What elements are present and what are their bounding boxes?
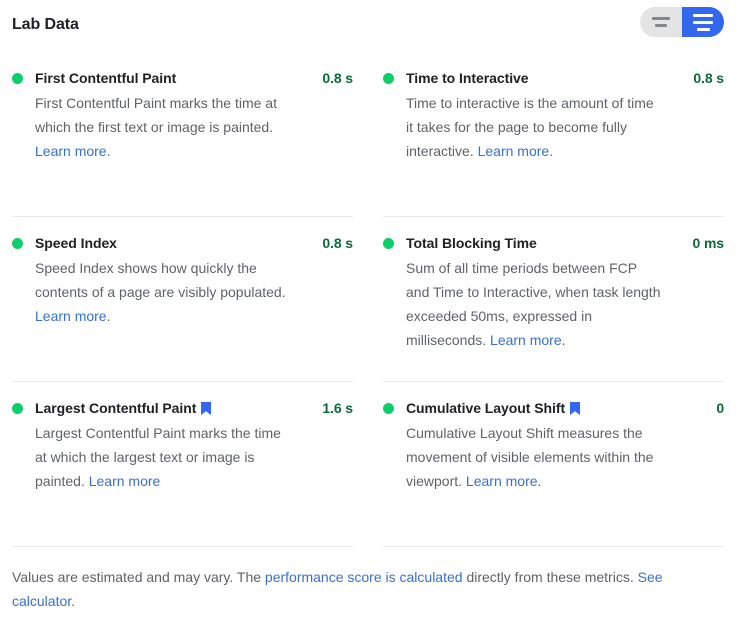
lab-metrics-grid: First Contentful Paint First Contentful P… xyxy=(0,52,742,547)
expanded-view-icon-line-3 xyxy=(696,27,710,31)
learn-more-link[interactable]: Learn more xyxy=(490,332,562,348)
metric-row: Time to Interactive Time to interactive i… xyxy=(383,52,724,217)
compact-view-icon-line-1 xyxy=(652,17,670,20)
metric-status-indicator-icon xyxy=(12,73,23,84)
lab-data-panel: Lab Data First Contentful Paint First Con… xyxy=(0,0,742,627)
metric-status-indicator-icon xyxy=(12,403,23,414)
metric-description-suffix: . xyxy=(537,473,542,489)
metric-title-row: First Contentful Paint xyxy=(35,68,314,88)
metric-description-suffix: . xyxy=(106,143,111,159)
learn-more-link[interactable]: Learn more xyxy=(478,143,550,159)
metric-value: 0.8 s xyxy=(322,70,353,86)
metric-title-row: Total Blocking Time xyxy=(406,233,684,253)
expanded-view-toggle-button[interactable] xyxy=(682,7,724,37)
metric-description-suffix: . xyxy=(106,308,111,324)
compact-view-toggle-button[interactable] xyxy=(640,7,682,37)
metric-body: Time to Interactive Time to interactive i… xyxy=(406,68,693,163)
metric-title: Total Blocking Time xyxy=(406,235,537,251)
learn-more-link[interactable]: Learn more xyxy=(35,308,107,324)
footnote-text-2: directly from these metrics. xyxy=(462,569,638,585)
expanded-view-icon-line-2 xyxy=(693,20,713,24)
compact-view-icon-line-2 xyxy=(655,24,667,27)
expanded-view-icon-line-1 xyxy=(693,13,713,17)
view-toggle[interactable] xyxy=(640,7,724,37)
learn-more-link[interactable]: Learn more xyxy=(89,473,161,489)
metric-description-suffix: . xyxy=(561,332,566,348)
metric-body: Largest Contentful Paint Largest Contentf… xyxy=(35,398,322,493)
metric-value: 0 ms xyxy=(692,235,724,251)
metric-row: Total Blocking Time Sum of all time perio… xyxy=(383,217,724,382)
metric-title: Speed Index xyxy=(35,235,117,251)
metric-description: Cumulative Layout Shift measures the mov… xyxy=(406,421,661,493)
metric-title-row: Time to Interactive xyxy=(406,68,685,88)
metric-title-row: Largest Contentful Paint xyxy=(35,398,314,418)
metric-row: First Contentful Paint First Contentful P… xyxy=(12,52,353,217)
metric-description-text: Speed Index shows how quickly the conten… xyxy=(35,260,286,300)
metric-value: 0.8 s xyxy=(322,235,353,251)
footnote-text-1: Values are estimated and may vary. The xyxy=(12,569,265,585)
metric-body: Cumulative Layout Shift Cumulative Layout… xyxy=(406,398,716,493)
metric-row: Cumulative Layout Shift Cumulative Layout… xyxy=(383,382,724,547)
metric-title: First Contentful Paint xyxy=(35,70,177,86)
metric-title: Time to Interactive xyxy=(406,70,529,86)
metric-row: Speed Index Speed Index shows how quickly… xyxy=(12,217,353,382)
metric-row: Largest Contentful Paint Largest Contentf… xyxy=(12,382,353,547)
metric-value: 1.6 s xyxy=(322,400,353,416)
metric-body: First Contentful Paint First Contentful P… xyxy=(35,68,322,163)
core-web-vital-bookmark-icon xyxy=(201,402,212,415)
metric-description: Speed Index shows how quickly the conten… xyxy=(35,256,290,328)
metric-value: 0 xyxy=(716,400,724,416)
metric-title: Cumulative Layout Shift xyxy=(406,400,566,416)
core-web-vital-bookmark-icon xyxy=(570,402,581,415)
metric-body: Speed Index Speed Index shows how quickly… xyxy=(35,233,322,328)
metric-status-indicator-icon xyxy=(383,73,394,84)
footnote-text-3: . xyxy=(71,593,76,609)
panel-header: Lab Data xyxy=(0,0,742,52)
metric-description: Time to interactive is the amount of tim… xyxy=(406,91,661,163)
performance-score-link[interactable]: performance score is calculated xyxy=(265,569,463,585)
metric-status-indicator-icon xyxy=(383,403,394,414)
metric-title-row: Speed Index xyxy=(35,233,314,253)
metric-title-row: Cumulative Layout Shift xyxy=(406,398,708,418)
metric-description-suffix: . xyxy=(549,143,554,159)
metric-status-indicator-icon xyxy=(12,238,23,249)
metric-description: Sum of all time periods between FCP and … xyxy=(406,256,661,352)
metric-description: Largest Contentful Paint marks the time … xyxy=(35,421,290,493)
metric-description: First Contentful Paint marks the time at… xyxy=(35,91,290,163)
metric-body: Total Blocking Time Sum of all time perio… xyxy=(406,233,692,352)
page-title: Lab Data xyxy=(12,16,79,33)
lab-data-footnote: Values are estimated and may vary. The p… xyxy=(0,547,742,613)
metric-description-text: First Contentful Paint marks the time at… xyxy=(35,95,277,135)
learn-more-link[interactable]: Learn more xyxy=(35,143,107,159)
learn-more-link[interactable]: Learn more xyxy=(466,473,538,489)
metric-title: Largest Contentful Paint xyxy=(35,400,197,416)
metric-status-indicator-icon xyxy=(383,238,394,249)
metric-value: 0.8 s xyxy=(693,70,724,86)
